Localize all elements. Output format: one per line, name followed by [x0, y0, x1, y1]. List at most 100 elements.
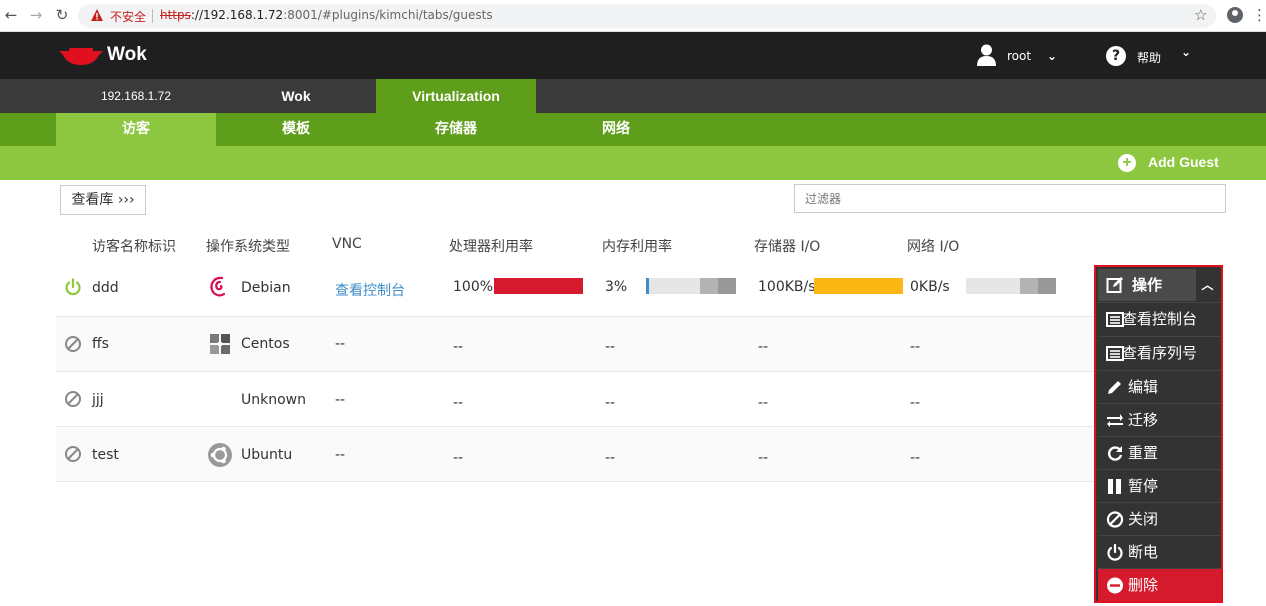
profile-avatar-icon[interactable] [1227, 7, 1243, 23]
bar-segment [700, 278, 718, 294]
bookmark-star-icon[interactable]: ☆ [1194, 6, 1207, 24]
storage-io-value: -- [758, 339, 769, 355]
menu-item-label: 查看控制台 [1122, 310, 1198, 328]
power-on-icon[interactable] [64, 278, 82, 296]
vnc-value: -- [335, 336, 346, 352]
column-header-name: 访客名称标识 [92, 239, 176, 255]
chevron-down-icon[interactable]: ⌄ [1181, 45, 1191, 59]
url-text[interactable]: https://192.168.1.72:8001/#plugins/kimch… [160, 8, 493, 22]
bar-segment [718, 278, 736, 294]
column-header-storage-io: 存储器 I/O [754, 239, 821, 255]
plus-circle-icon: + [1118, 154, 1136, 172]
tab-storage[interactable]: 存储器 [376, 113, 536, 146]
os-type: Ubuntu [241, 447, 293, 463]
tab-network[interactable]: 网络 [536, 113, 696, 146]
menu-item-label: 暂停 [1128, 477, 1159, 495]
cpu-value: -- [453, 395, 464, 411]
menu-item-label: 删除 [1128, 576, 1159, 594]
filter-input[interactable] [794, 184, 1226, 213]
guest-name: ffs [92, 336, 109, 352]
power-icon [1107, 544, 1123, 561]
back-arrow-icon[interactable]: ← [2, 6, 20, 24]
host-tabs: 192.168.1.72 Wok Virtualization [0, 79, 1266, 113]
guest-name: jjj [92, 392, 104, 408]
bar-segment [1020, 278, 1038, 294]
tab-wok[interactable]: Wok [216, 79, 376, 113]
forward-arrow-icon[interactable]: → [27, 6, 45, 24]
action-bar: + Add Guest [0, 146, 1266, 180]
address-bar[interactable]: 不安全 https://192.168.1.72:8001/#plugins/k… [78, 4, 1216, 28]
memory-usage-fill [646, 278, 649, 294]
menu-item-pause[interactable]: 暂停 [1098, 469, 1221, 502]
memory-value: 3% [605, 279, 628, 295]
app-header: Wok root ⌄ [0, 32, 1266, 79]
url-path: :8001/#plugins/kimchi/tabs/guests [283, 8, 493, 22]
network-io-value: -- [910, 450, 921, 466]
memory-value: -- [605, 339, 616, 355]
memory-value: -- [605, 395, 616, 411]
pause-icon [1108, 479, 1121, 494]
reload-icon[interactable]: ↻ [53, 6, 71, 24]
ubuntu-logo-icon [208, 443, 232, 467]
shutdown-icon [1106, 511, 1124, 528]
guest-name: ddd [92, 280, 119, 296]
brand-name: Wok [107, 44, 147, 65]
migrate-icon [1107, 414, 1123, 427]
menu-item-edit[interactable]: 编辑 [1098, 370, 1221, 403]
column-header-cpu: 处理器利用率 [449, 239, 533, 255]
menu-item-label: 迁移 [1128, 411, 1159, 429]
tab-virtualization[interactable]: Virtualization [376, 79, 536, 113]
menu-item-label: 查看序列号 [1122, 344, 1198, 362]
cpu-usage-bar [494, 278, 583, 294]
tab-guests[interactable]: 访客 [56, 113, 216, 146]
menu-item-view-serial[interactable]: 查看序列号 [1098, 336, 1221, 369]
more-menu-icon[interactable]: ⋮ [1252, 6, 1266, 24]
table-row[interactable] [56, 372, 1096, 427]
cpu-value: -- [453, 339, 464, 355]
gallery-button[interactable]: 查看库 ››› [60, 185, 146, 215]
shutdown-state-icon[interactable] [64, 390, 82, 408]
storage-io-value: -- [758, 450, 769, 466]
help-icon[interactable]: ? [1106, 46, 1126, 66]
pencil-icon [1108, 381, 1121, 394]
delete-icon [1107, 577, 1123, 594]
network-io-value: 0KB/s [910, 279, 950, 295]
wok-logo-icon [59, 48, 103, 65]
chevron-up-icon[interactable]: ︿ [1196, 269, 1219, 301]
url-scheme: https [160, 8, 191, 22]
vnc-value: -- [335, 392, 346, 408]
menu-item-shutdown[interactable]: 关闭 [1098, 502, 1221, 535]
shutdown-state-icon[interactable] [64, 335, 82, 353]
storage-io-value: -- [758, 395, 769, 411]
actions-title: 操作 [1132, 276, 1163, 294]
memory-usage-bar [646, 278, 736, 294]
menu-item-label: 断电 [1128, 543, 1159, 561]
debian-logo-icon [210, 276, 226, 297]
browser-toolbar: ← → ↻ 不安全 https://192.168.1.72:8001/#plu… [0, 0, 1266, 32]
add-guest-label: Add Guest [1148, 154, 1219, 170]
help-label[interactable]: 帮助 [1137, 49, 1161, 66]
menu-item-migrate[interactable]: 迁移 [1098, 403, 1221, 436]
shutdown-state-icon[interactable] [64, 445, 82, 463]
refresh-icon [1108, 446, 1123, 461]
centos-logo-icon [210, 334, 230, 354]
menu-item-delete[interactable]: 删除 [1098, 568, 1221, 601]
os-type: Centos [241, 336, 290, 352]
url-host: ://192.168.1.72 [190, 8, 284, 22]
actions-toggle-button[interactable]: 操作 [1098, 269, 1196, 301]
bar-segment [1038, 278, 1056, 294]
view-console-link[interactable]: 查看控制台 [335, 280, 405, 300]
network-io-value: -- [910, 395, 921, 411]
tab-host-ip[interactable]: 192.168.1.72 [56, 79, 216, 113]
tab-templates[interactable]: 模板 [216, 113, 376, 146]
storage-io-value: 100KB/s [758, 279, 816, 295]
menu-item-reset[interactable]: 重置 [1098, 436, 1221, 469]
user-name: root [1007, 49, 1032, 63]
network-io-value: -- [910, 339, 921, 355]
column-header-network-io: 网络 I/O [907, 239, 960, 255]
menu-item-label: 重置 [1128, 444, 1159, 462]
menu-item-view-console[interactable]: 查看控制台 [1098, 302, 1221, 335]
cpu-value: -- [453, 450, 464, 466]
menu-item-power-off[interactable]: 断电 [1098, 535, 1221, 568]
chevron-down-icon: ⌄ [1047, 49, 1058, 63]
